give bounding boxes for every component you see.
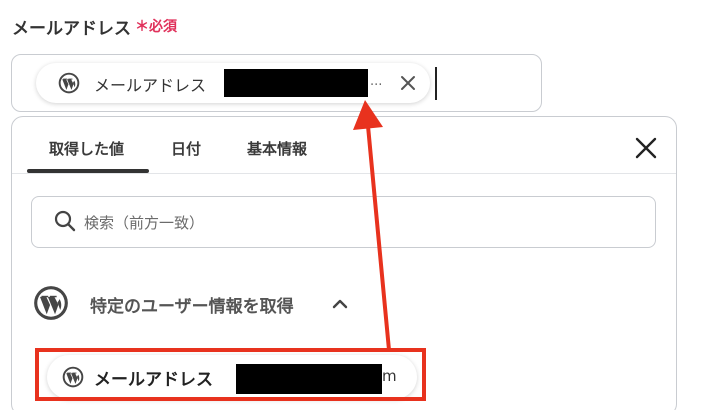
tab-acquired-values[interactable]: 取得した値 [49,138,124,159]
group-header-user-info[interactable]: 特定のユーザー情報を取得 [33,284,363,324]
search-icon [54,210,76,232]
close-icon[interactable] [398,73,418,93]
wordpress-icon [33,285,69,321]
search-placeholder: 検索（前方一致） [84,214,205,232]
required-mark: ＊必須 [135,19,177,35]
tab-date[interactable]: 日付 [171,138,201,159]
chevron-up-icon [332,299,348,309]
tab-divider [12,173,676,174]
redacted-value [224,69,368,97]
chip-label: メールアドレス [94,76,207,95]
annotation-highlight-box [35,348,426,401]
wordpress-icon [58,72,80,94]
tab-basic-info[interactable]: 基本情報 [247,138,307,159]
field-label: メールアドレス [12,19,131,39]
text-cursor [435,67,437,100]
chip-ellipsis: ... [370,74,383,89]
group-title: 特定のユーザー情報を取得 [90,297,294,317]
panel-close-icon[interactable] [633,135,659,161]
email-chip[interactable]: メールアドレス ... [36,63,430,103]
